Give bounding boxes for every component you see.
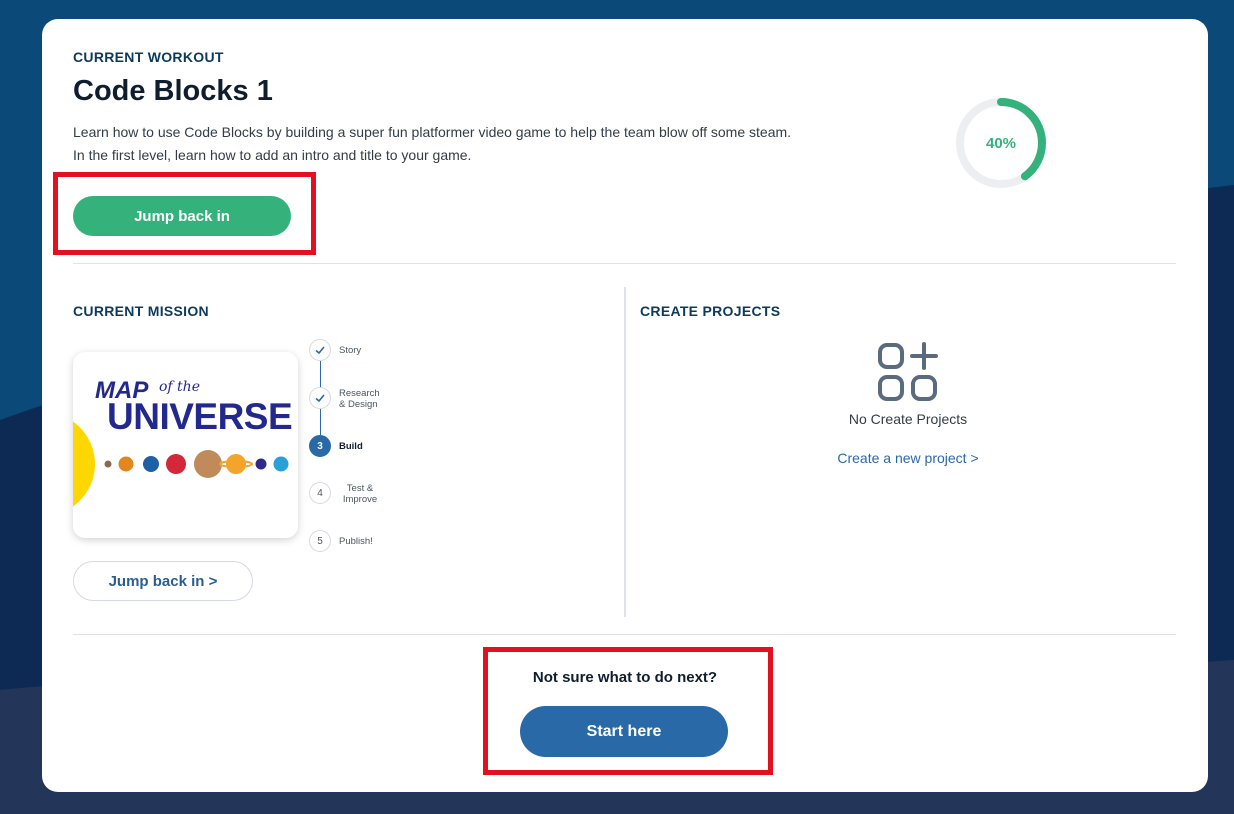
step-number: 5 <box>309 530 331 552</box>
section-divider-top <box>73 263 1176 264</box>
mission-jump-back-in-button[interactable]: Jump back in > <box>73 561 253 601</box>
create-new-project-link[interactable]: Create a new project > <box>808 450 1008 466</box>
step-number: 3 <box>309 435 331 457</box>
workout-title: Code Blocks 1 <box>73 75 273 107</box>
progress-ring: 40% <box>956 98 1046 188</box>
progress-label: 40% <box>986 135 1016 152</box>
check-icon <box>309 387 331 409</box>
step-connector <box>320 361 321 387</box>
column-divider <box>624 287 626 617</box>
start-here-button[interactable]: Start here <box>520 706 728 757</box>
mission-image-title-universe: UNIVERSE <box>107 396 293 437</box>
step-label: Story <box>339 345 362 356</box>
next-step-question: Not sure what to do next? <box>532 669 718 686</box>
section-divider-bottom <box>73 634 1176 635</box>
add-project-icon <box>878 342 938 401</box>
step-label: Research & Design <box>339 388 380 410</box>
mission-image-title-of-the: of the <box>159 379 200 395</box>
mission-thumbnail[interactable]: MAP of the UNIVERSE <box>73 352 298 538</box>
step-label: Test & Improve <box>342 483 378 505</box>
step-connector <box>320 409 321 435</box>
jump-back-in-button[interactable]: Jump back in <box>73 196 291 236</box>
no-projects-label: No Create Projects <box>848 411 968 427</box>
step-label: Build <box>339 441 363 452</box>
current-mission-eyebrow: CURRENT MISSION <box>73 303 209 319</box>
create-projects-eyebrow: CREATE PROJECTS <box>640 303 781 319</box>
check-icon <box>309 339 331 361</box>
current-workout-eyebrow: CURRENT WORKOUT <box>73 49 224 65</box>
step-number: 4 <box>309 482 331 504</box>
step-label: Publish! <box>339 536 373 547</box>
workout-card: CURRENT WORKOUT Code Blocks 1 Learn how … <box>42 19 1208 792</box>
workout-description: Learn how to use Code Blocks by building… <box>73 124 792 163</box>
